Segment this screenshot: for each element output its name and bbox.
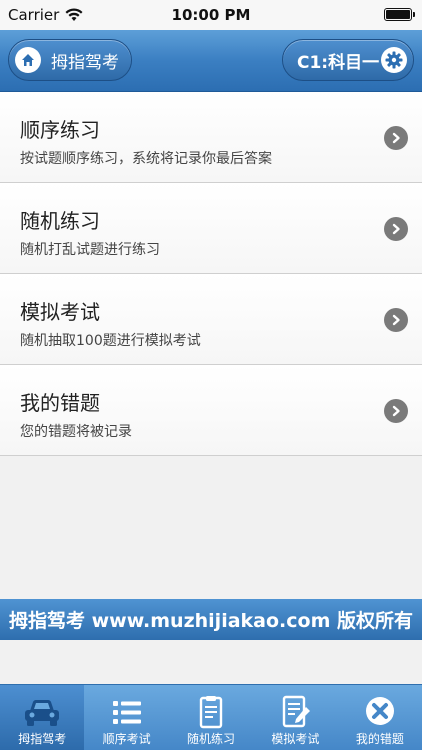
exam-icon	[283, 695, 311, 728]
chevron-right-icon	[384, 126, 408, 150]
home-button-label: 拇指驾考	[51, 52, 119, 73]
list-icon	[112, 701, 141, 724]
home-icon	[15, 47, 41, 73]
wrong-icon	[365, 697, 394, 725]
menu-item-wrong-questions[interactable]: 我的错题 您的错题将被记录	[0, 365, 422, 456]
battery-icon	[384, 8, 415, 21]
tab-random-practice[interactable]: 随机练习	[169, 685, 253, 750]
home-button[interactable]: 拇指驾考	[8, 39, 132, 81]
status-time: 10:00 PM	[171, 6, 251, 24]
menu-item-random-practice[interactable]: 随机练习 随机打乱试题进行练习	[0, 183, 422, 274]
chevron-right-icon	[384, 399, 408, 423]
menu-item-desc: 随机打乱试题进行练习	[20, 242, 160, 258]
nav-bar: 拇指驾考 C1:科目一	[0, 30, 422, 92]
menu-item-title: 我的错题	[20, 391, 100, 415]
menu-item-title: 随机练习	[20, 209, 100, 233]
gear-icon	[381, 47, 407, 73]
menu-item-mock-exam[interactable]: 模拟考试 随机抽取100题进行模拟考试	[0, 274, 422, 365]
tab-label: 拇指驾考	[18, 732, 67, 746]
copyright-banner: 拇指驾考 www.muzhijiakao.com 版权所有	[0, 599, 422, 640]
clipboard-icon	[199, 696, 223, 729]
tab-sequential-exam[interactable]: 顺序考试	[84, 685, 168, 750]
tab-label: 我的错题	[355, 732, 404, 746]
menu-item-desc: 随机抽取100题进行模拟考试	[20, 333, 201, 349]
tab-bar: 拇指驾考 顺序考试 随机练习 模拟考试 我的错题	[0, 684, 422, 750]
menu-item-sequential-practice[interactable]: 顺序练习 按试题顺序练习，系统将记录你最后答案	[0, 92, 422, 183]
tab-home[interactable]: 拇指驾考	[0, 685, 85, 750]
chevron-right-icon	[384, 217, 408, 241]
menu-item-desc: 您的错题将被记录	[20, 424, 132, 440]
menu-item-title: 模拟考试	[20, 300, 100, 324]
menu-item-title: 顺序练习	[20, 118, 100, 142]
subject-selector-button[interactable]: C1:科目一	[282, 39, 414, 81]
practice-menu: 顺序练习 按试题顺序练习，系统将记录你最后答案 随机练习 随机打乱试题进行练习 …	[0, 92, 422, 456]
menu-item-desc: 按试题顺序练习，系统将记录你最后答案	[20, 151, 272, 167]
chevron-right-icon	[384, 308, 408, 332]
tab-label: 模拟考试	[271, 732, 320, 746]
car-icon	[25, 700, 60, 726]
tab-label: 顺序考试	[102, 732, 151, 746]
tab-wrong-questions[interactable]: 我的错题	[338, 685, 422, 750]
tab-label: 随机练习	[187, 732, 236, 746]
subject-label: C1:科目一	[297, 52, 380, 73]
status-bar: Carrier 10:00 PM	[0, 0, 422, 30]
tab-mock-exam[interactable]: 模拟考试	[253, 685, 337, 750]
